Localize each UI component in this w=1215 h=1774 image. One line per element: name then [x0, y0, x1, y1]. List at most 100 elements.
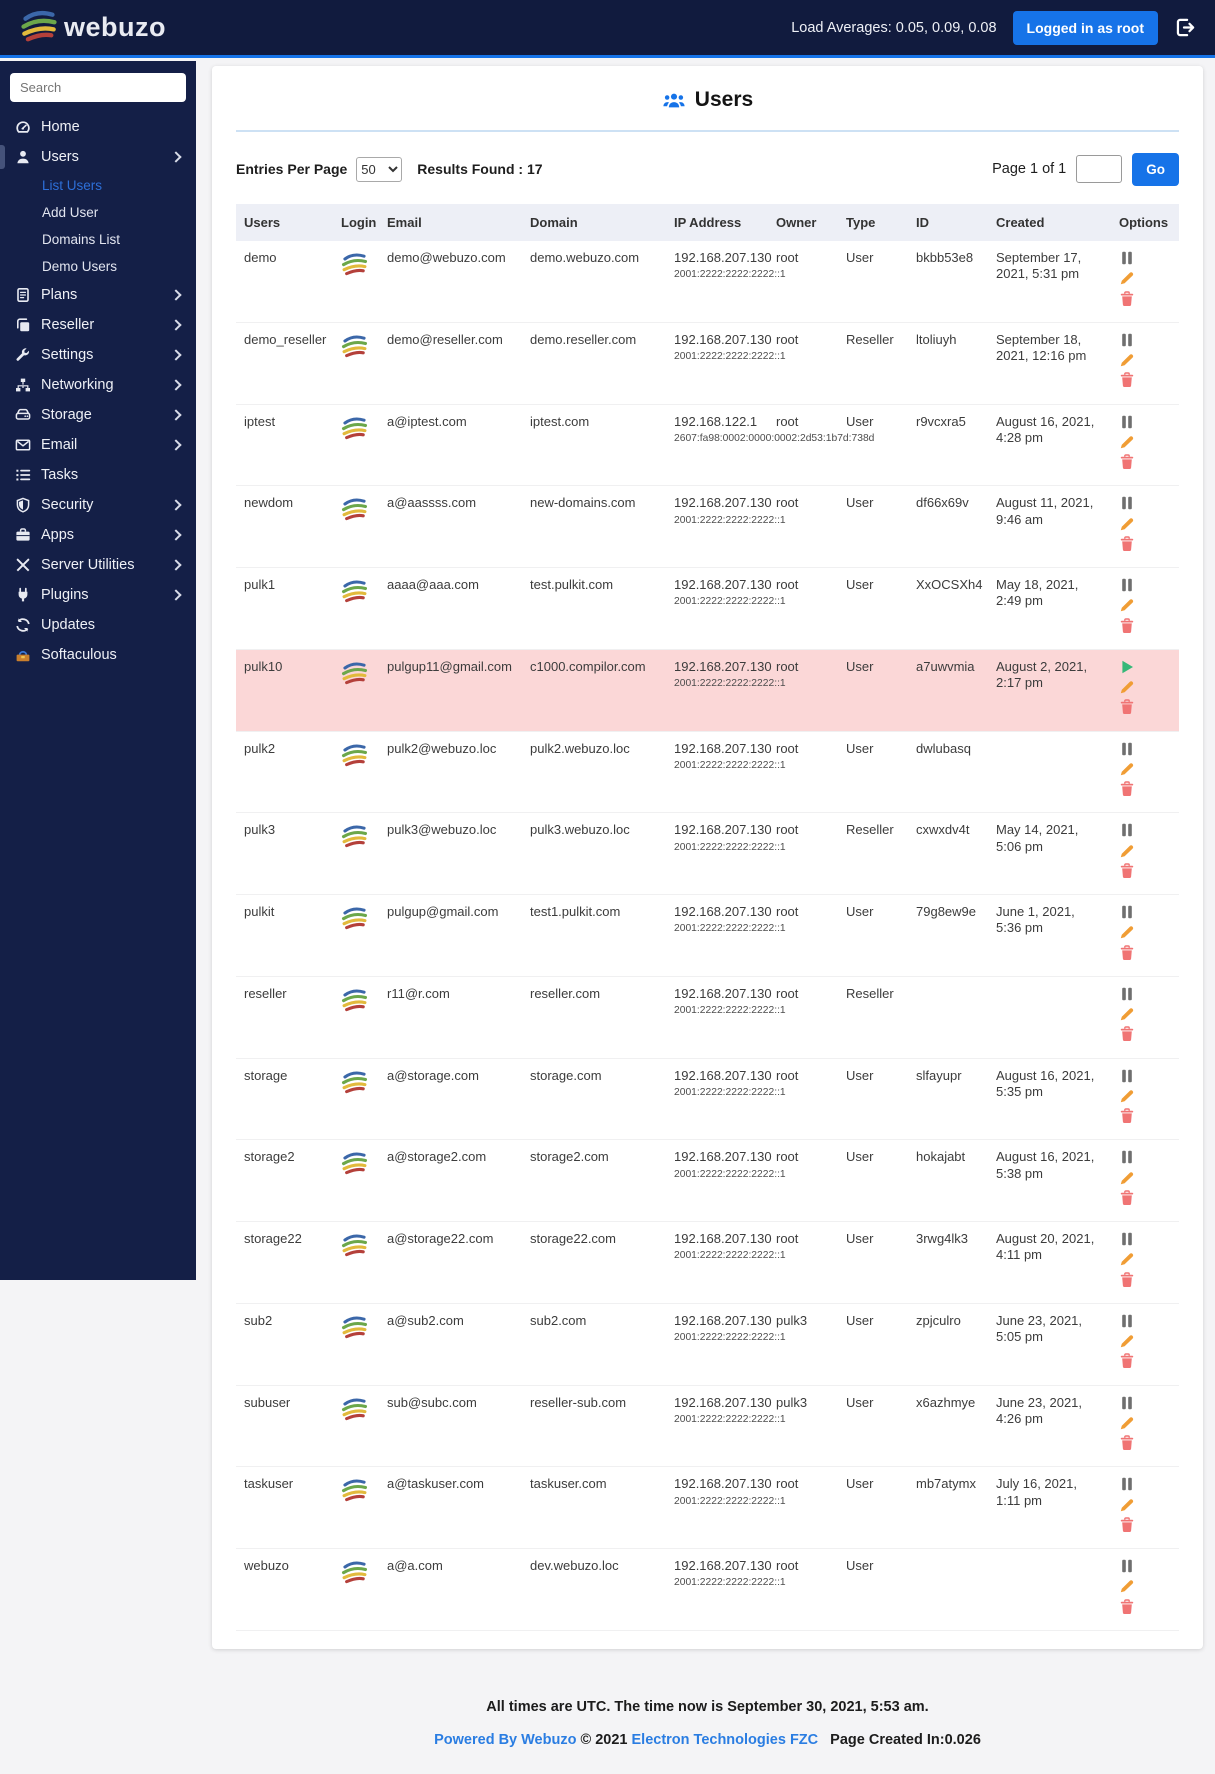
webuzo-logo-icon[interactable] — [341, 1313, 368, 1340]
pause-icon[interactable] — [1119, 250, 1135, 266]
pause-icon[interactable] — [1119, 1068, 1135, 1084]
trash-icon[interactable] — [1119, 1026, 1135, 1042]
webuzo-logo-icon[interactable] — [341, 904, 368, 931]
sidebar-item-plugins[interactable]: Plugins — [0, 580, 196, 610]
webuzo-logo-icon[interactable] — [341, 495, 368, 522]
pencil-icon[interactable] — [1119, 1251, 1135, 1267]
pencil-icon[interactable] — [1119, 1415, 1135, 1431]
trash-icon[interactable] — [1119, 699, 1135, 715]
webuzo-logo-icon[interactable] — [341, 822, 368, 849]
go-button[interactable]: Go — [1132, 153, 1179, 186]
sidebar-item-security[interactable]: Security — [0, 490, 196, 520]
trash-icon[interactable] — [1119, 781, 1135, 797]
webuzo-logo-icon[interactable] — [341, 986, 368, 1013]
trash-icon[interactable] — [1119, 1108, 1135, 1124]
sidebar-item-apps[interactable]: Apps — [0, 520, 196, 550]
users-group-icon — [662, 91, 686, 109]
pause-icon[interactable] — [1119, 1558, 1135, 1574]
webuzo-logo-icon[interactable] — [341, 1476, 368, 1503]
pause-icon[interactable] — [1119, 577, 1135, 593]
pause-icon[interactable] — [1119, 1476, 1135, 1492]
sidebar-subitem-add-user[interactable]: Add User — [0, 199, 196, 226]
entries-per-page-select[interactable]: 50 — [356, 157, 402, 182]
webuzo-logo-icon[interactable] — [341, 659, 368, 686]
trash-icon[interactable] — [1119, 1353, 1135, 1369]
search-input[interactable] — [10, 73, 186, 102]
pencil-icon[interactable] — [1119, 270, 1135, 286]
sidebar-subitem-demo-users[interactable]: Demo Users — [0, 253, 196, 280]
trash-icon[interactable] — [1119, 454, 1135, 470]
company-link[interactable]: Electron Technologies FZC — [632, 1732, 819, 1748]
trash-icon[interactable] — [1119, 618, 1135, 634]
pause-icon[interactable] — [1119, 986, 1135, 1002]
sidebar-item-users[interactable]: Users — [0, 142, 196, 172]
pencil-icon[interactable] — [1119, 1170, 1135, 1186]
cell-id: XxOCSXh4 — [908, 568, 988, 650]
pause-icon[interactable] — [1119, 822, 1135, 838]
sidebar-item-email[interactable]: Email — [0, 430, 196, 460]
webuzo-logo-icon[interactable] — [341, 577, 368, 604]
pencil-icon[interactable] — [1119, 434, 1135, 450]
pause-icon[interactable] — [1119, 332, 1135, 348]
envelope-icon — [15, 437, 31, 453]
pencil-icon[interactable] — [1119, 1333, 1135, 1349]
pause-icon[interactable] — [1119, 414, 1135, 430]
cell-id: bkbb53e8 — [908, 241, 988, 322]
pause-icon[interactable] — [1119, 1149, 1135, 1165]
trash-icon[interactable] — [1119, 1190, 1135, 1206]
pause-icon[interactable] — [1119, 1313, 1135, 1329]
pause-icon[interactable] — [1119, 495, 1135, 511]
trash-icon[interactable] — [1119, 1435, 1135, 1451]
sidebar-subitem-domains-list[interactable]: Domains List — [0, 226, 196, 253]
pencil-icon[interactable] — [1119, 761, 1135, 777]
webuzo-brand[interactable]: webuzo — [20, 6, 166, 49]
pencil-icon[interactable] — [1119, 597, 1135, 613]
pause-icon[interactable] — [1119, 904, 1135, 920]
webuzo-logo-icon[interactable] — [341, 1231, 368, 1258]
webuzo-logo-icon[interactable] — [341, 332, 368, 359]
trash-icon[interactable] — [1119, 1599, 1135, 1615]
play-icon[interactable] — [1119, 659, 1135, 675]
webuzo-logo-icon[interactable] — [341, 1149, 368, 1176]
pause-icon[interactable] — [1119, 741, 1135, 757]
sidebar-item-updates[interactable]: Updates — [0, 610, 196, 640]
trash-icon[interactable] — [1119, 1517, 1135, 1533]
webuzo-logo-icon[interactable] — [341, 1068, 368, 1095]
sidebar-item-server-utilities[interactable]: Server Utilities — [0, 550, 196, 580]
trash-icon[interactable] — [1119, 291, 1135, 307]
pencil-icon[interactable] — [1119, 924, 1135, 940]
pencil-icon[interactable] — [1119, 352, 1135, 368]
sidebar-item-home[interactable]: Home — [0, 112, 196, 142]
trash-icon[interactable] — [1119, 945, 1135, 961]
trash-icon[interactable] — [1119, 536, 1135, 552]
sidebar-item-softaculous[interactable]: Softaculous — [0, 640, 196, 670]
pencil-icon[interactable] — [1119, 1578, 1135, 1594]
pencil-icon[interactable] — [1119, 1497, 1135, 1513]
pause-icon[interactable] — [1119, 1231, 1135, 1247]
webuzo-logo-icon[interactable] — [341, 414, 368, 441]
logged-in-as-button[interactable]: Logged in as root — [1013, 11, 1158, 45]
sidebar-subitem-list-users[interactable]: List Users — [0, 172, 196, 199]
trash-icon[interactable] — [1119, 372, 1135, 388]
pencil-icon[interactable] — [1119, 1088, 1135, 1104]
pencil-icon[interactable] — [1119, 843, 1135, 859]
pencil-icon[interactable] — [1119, 1006, 1135, 1022]
webuzo-logo-icon[interactable] — [341, 1395, 368, 1422]
pencil-icon[interactable] — [1119, 679, 1135, 695]
powered-by-link[interactable]: Powered By Webuzo — [434, 1732, 576, 1748]
webuzo-logo-icon[interactable] — [341, 1558, 368, 1585]
pause-icon[interactable] — [1119, 1395, 1135, 1411]
sidebar-item-plans[interactable]: Plans — [0, 280, 196, 310]
sidebar-item-reseller[interactable]: Reseller — [0, 310, 196, 340]
sidebar-item-networking[interactable]: Networking — [0, 370, 196, 400]
webuzo-logo-icon[interactable] — [341, 250, 368, 277]
page-number-input[interactable] — [1076, 155, 1122, 183]
sidebar-item-settings[interactable]: Settings — [0, 340, 196, 370]
hdd-icon — [15, 407, 31, 423]
webuzo-logo-icon[interactable] — [341, 741, 368, 768]
pencil-icon[interactable] — [1119, 516, 1135, 532]
sidebar-item-storage[interactable]: Storage — [0, 400, 196, 430]
sidebar-item-tasks[interactable]: Tasks — [0, 460, 196, 490]
sign-out-icon[interactable] — [1174, 17, 1195, 38]
trash-icon[interactable] — [1119, 863, 1135, 879]
